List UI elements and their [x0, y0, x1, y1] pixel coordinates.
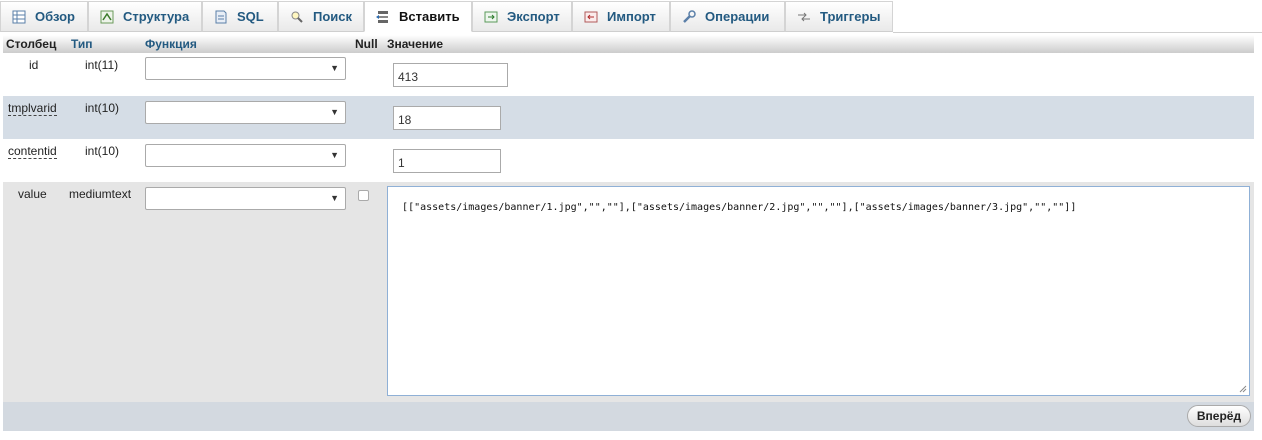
import-icon [583, 9, 599, 25]
column-name: contentid [8, 144, 57, 159]
header-value: Значение [387, 37, 444, 51]
function-select[interactable]: ▼ [145, 101, 346, 124]
tab-label: SQL [237, 9, 264, 24]
chevron-down-icon: ▼ [330, 193, 339, 203]
tab-browse[interactable]: Обзор [0, 1, 88, 32]
chevron-down-icon: ▼ [330, 63, 339, 73]
null-checkbox[interactable] [358, 190, 369, 201]
tab-triggers[interactable]: Триггеры [785, 1, 893, 32]
sql-icon [213, 9, 229, 25]
form-footer [3, 402, 1254, 431]
wrench-icon [681, 9, 697, 25]
tab-label: Триггеры [820, 9, 881, 24]
tab-label: Операции [705, 9, 770, 24]
column-type: int(10) [85, 144, 120, 158]
table-browse-icon [11, 9, 27, 25]
function-select[interactable]: ▼ [145, 144, 346, 167]
header-column: Столбец [6, 37, 57, 51]
tab-label: Вставить [399, 9, 460, 24]
column-name: tmplvarid [8, 101, 57, 116]
tab-import[interactable]: Импорт [572, 1, 670, 32]
tab-structure[interactable]: Структура [88, 1, 202, 32]
tab-label: Экспорт [507, 9, 560, 24]
column-type: int(11) [85, 58, 119, 72]
header-function[interactable]: Функция [145, 37, 197, 51]
chevron-down-icon: ▼ [330, 107, 339, 117]
value-input[interactable]: 413 [393, 63, 508, 87]
value-input[interactable]: 18 [393, 106, 501, 130]
triggers-icon [796, 9, 812, 25]
go-button[interactable]: Вперёд [1187, 405, 1251, 427]
tab-bar: Обзор Структура SQL Поиск Вставить Экспо… [0, 0, 1262, 33]
structure-icon [99, 9, 115, 25]
column-name: id [29, 58, 39, 72]
tab-search[interactable]: Поиск [278, 1, 364, 32]
tab-operations[interactable]: Операции [670, 1, 785, 32]
function-select[interactable]: ▼ [145, 57, 346, 80]
chevron-down-icon: ▼ [330, 150, 339, 160]
tab-label: Импорт [607, 9, 656, 24]
export-icon [483, 9, 499, 25]
function-select[interactable]: ▼ [145, 187, 346, 210]
search-icon [289, 9, 305, 25]
column-type: mediumtext [69, 187, 132, 201]
tab-insert[interactable]: Вставить [364, 1, 472, 32]
tab-export[interactable]: Экспорт [472, 1, 572, 32]
tab-label: Структура [123, 9, 190, 24]
header-type[interactable]: Тип [71, 37, 93, 51]
resize-handle-icon[interactable] [1239, 385, 1247, 393]
tab-label: Обзор [35, 9, 75, 24]
column-name: value [18, 187, 47, 201]
column-type: int(10) [85, 101, 120, 115]
value-textarea[interactable]: [["assets/images/banner/1.jpg","",""],["… [387, 186, 1250, 396]
tab-bar-filler [893, 0, 1262, 33]
textarea-content: [["assets/images/banner/1.jpg","",""],["… [402, 202, 1077, 213]
tab-sql[interactable]: SQL [202, 1, 278, 32]
header-null: Null [355, 37, 378, 51]
tab-label: Поиск [313, 9, 353, 24]
insert-icon [375, 9, 391, 25]
value-input[interactable]: 1 [393, 149, 501, 173]
